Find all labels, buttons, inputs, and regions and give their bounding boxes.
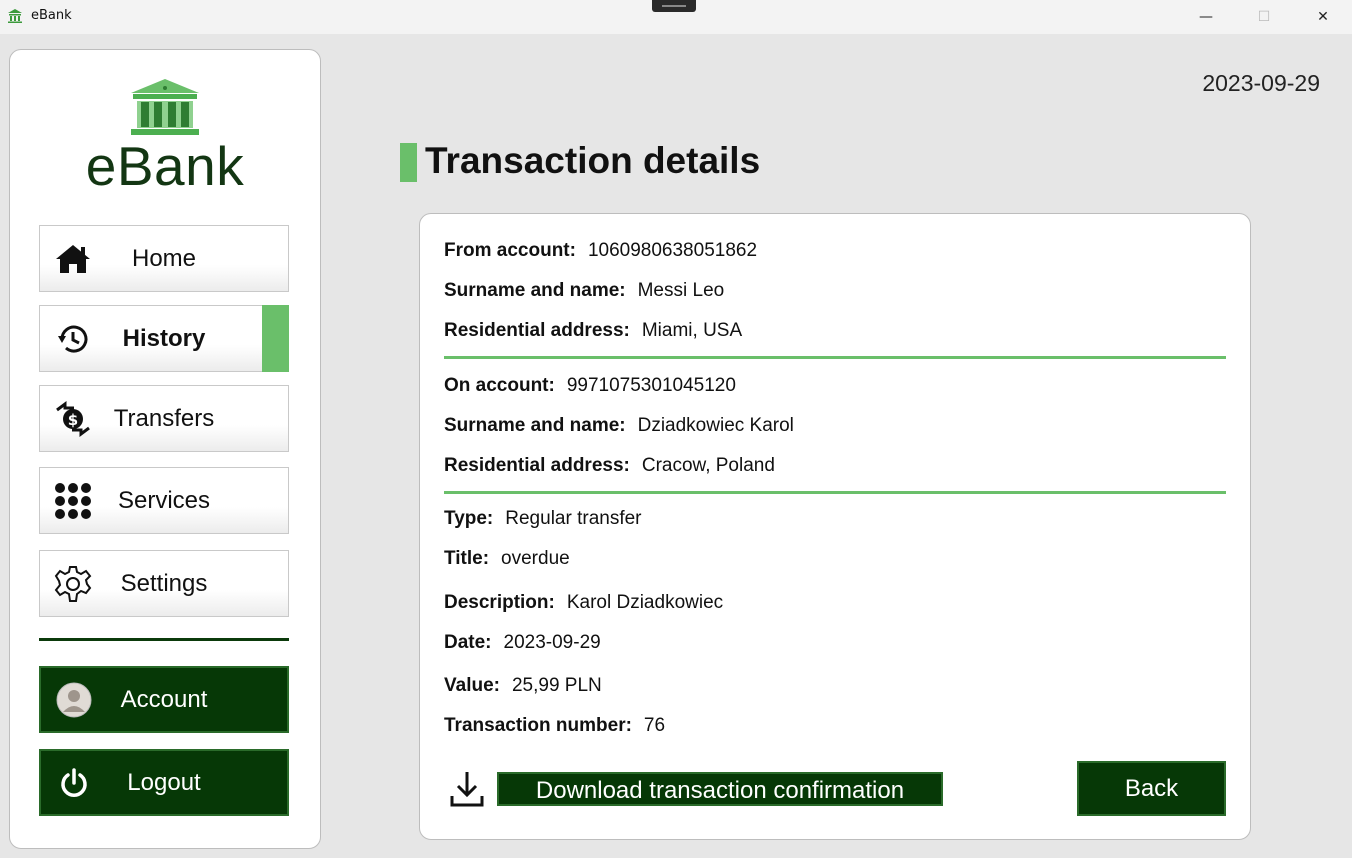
nav-services-label: Services — [117, 486, 211, 514]
account-label: Account — [120, 685, 208, 713]
nav-history-button[interactable]: History — [39, 305, 289, 372]
from-name-label: Surname and name: — [444, 280, 626, 301]
nav-history-label: History — [122, 324, 206, 352]
download-icon[interactable] — [450, 770, 484, 808]
type-value: Regular transfer — [505, 508, 642, 529]
svg-text:$: $ — [68, 411, 78, 429]
logo-text: eBank — [85, 135, 245, 197]
section-divider — [444, 356, 1226, 359]
type-label: Type: — [444, 508, 494, 529]
to-name-label: Surname and name: — [444, 415, 626, 436]
nav-home-label: Home — [131, 244, 197, 272]
from-address-label: Residential address: — [444, 320, 630, 341]
sidebar: eBank Home History $ Transfers Services … — [9, 49, 321, 849]
transaction-number-value: 76 — [643, 715, 666, 736]
to-account-label: On account: — [444, 375, 555, 396]
download-confirmation-button[interactable]: Download transaction confirmation — [497, 772, 943, 806]
from-name-value: Messi Leo — [637, 280, 725, 301]
from-account-row: From account: 1060980638051862 — [444, 240, 757, 262]
to-address-value: Cracow, Poland — [641, 455, 775, 476]
title-label: Title: — [444, 548, 490, 569]
transaction-number-label: Transaction number: — [444, 715, 632, 736]
to-address-label: Residential address: — [444, 455, 630, 476]
date-value: 2023-09-29 — [503, 632, 601, 653]
gear-icon — [54, 566, 92, 602]
maximize-button[interactable]: ☐ — [1235, 0, 1293, 34]
to-account-row: On account: 9971075301045120 — [444, 375, 736, 397]
snap-handle[interactable] — [652, 0, 696, 12]
section-divider — [444, 491, 1226, 494]
account-button[interactable]: Account — [39, 666, 289, 733]
to-name-row: Surname and name: Dziadkowiec Karol — [444, 415, 794, 437]
avatar-icon — [55, 682, 93, 718]
close-button[interactable]: ✕ — [1294, 0, 1352, 34]
bank-icon — [8, 9, 22, 23]
page-title: Transaction details — [425, 140, 761, 181]
description-label: Description: — [444, 592, 555, 613]
current-date: 2023-09-29 — [1202, 70, 1320, 96]
date-label: Date: — [444, 632, 492, 653]
value-label: Value: — [444, 675, 500, 696]
transaction-number-row: Transaction number: 76 — [444, 715, 665, 737]
title-row: Title: overdue — [444, 548, 570, 570]
history-icon — [54, 321, 92, 357]
home-icon — [54, 241, 92, 277]
back-button[interactable]: Back — [1077, 761, 1226, 816]
from-address-row: Residential address: Miami, USA — [444, 320, 742, 342]
window-title: eBank — [31, 8, 72, 23]
title-value: overdue — [501, 548, 570, 569]
to-name-value: Dziadkowiec Karol — [637, 415, 794, 436]
power-icon — [55, 765, 93, 801]
sidebar-divider — [39, 638, 289, 641]
to-account-value: 9971075301045120 — [566, 375, 736, 396]
bank-logo-icon — [131, 79, 199, 135]
minimize-button[interactable]: — — [1177, 0, 1235, 34]
transaction-details-card: From account: 1060980638051862 Surname an… — [419, 213, 1251, 840]
from-name-row: Surname and name: Messi Leo — [444, 280, 724, 302]
logout-button[interactable]: Logout — [39, 749, 289, 816]
active-indicator — [262, 305, 289, 372]
value-row: Value: 25,99 PLN — [444, 675, 602, 697]
from-account-value: 1060980638051862 — [587, 240, 758, 261]
nav-transfers-label: Transfers — [113, 404, 215, 432]
description-value: Karol Dziadkowiec — [566, 592, 724, 613]
description-row: Description: Karol Dziadkowiec — [444, 592, 723, 614]
nav-settings-label: Settings — [120, 569, 208, 597]
nav-home-button[interactable]: Home — [39, 225, 289, 292]
type-row: Type: Regular transfer — [444, 508, 642, 530]
value-value: 25,99 PLN — [511, 675, 602, 696]
from-address-value: Miami, USA — [641, 320, 743, 341]
title-accent-bar — [400, 143, 417, 182]
nav-transfers-button[interactable]: $ Transfers — [39, 385, 289, 452]
transfers-icon: $ — [54, 401, 92, 437]
nav-services-button[interactable]: Services — [39, 467, 289, 534]
nav-settings-button[interactable]: Settings — [39, 550, 289, 617]
date-row: Date: 2023-09-29 — [444, 632, 601, 654]
services-icon — [54, 483, 92, 519]
window-titlebar: eBank — ☐ ✕ — [0, 0, 1352, 34]
from-account-label: From account: — [444, 240, 576, 261]
to-address-row: Residential address: Cracow, Poland — [444, 455, 775, 477]
logout-label: Logout — [127, 768, 201, 796]
